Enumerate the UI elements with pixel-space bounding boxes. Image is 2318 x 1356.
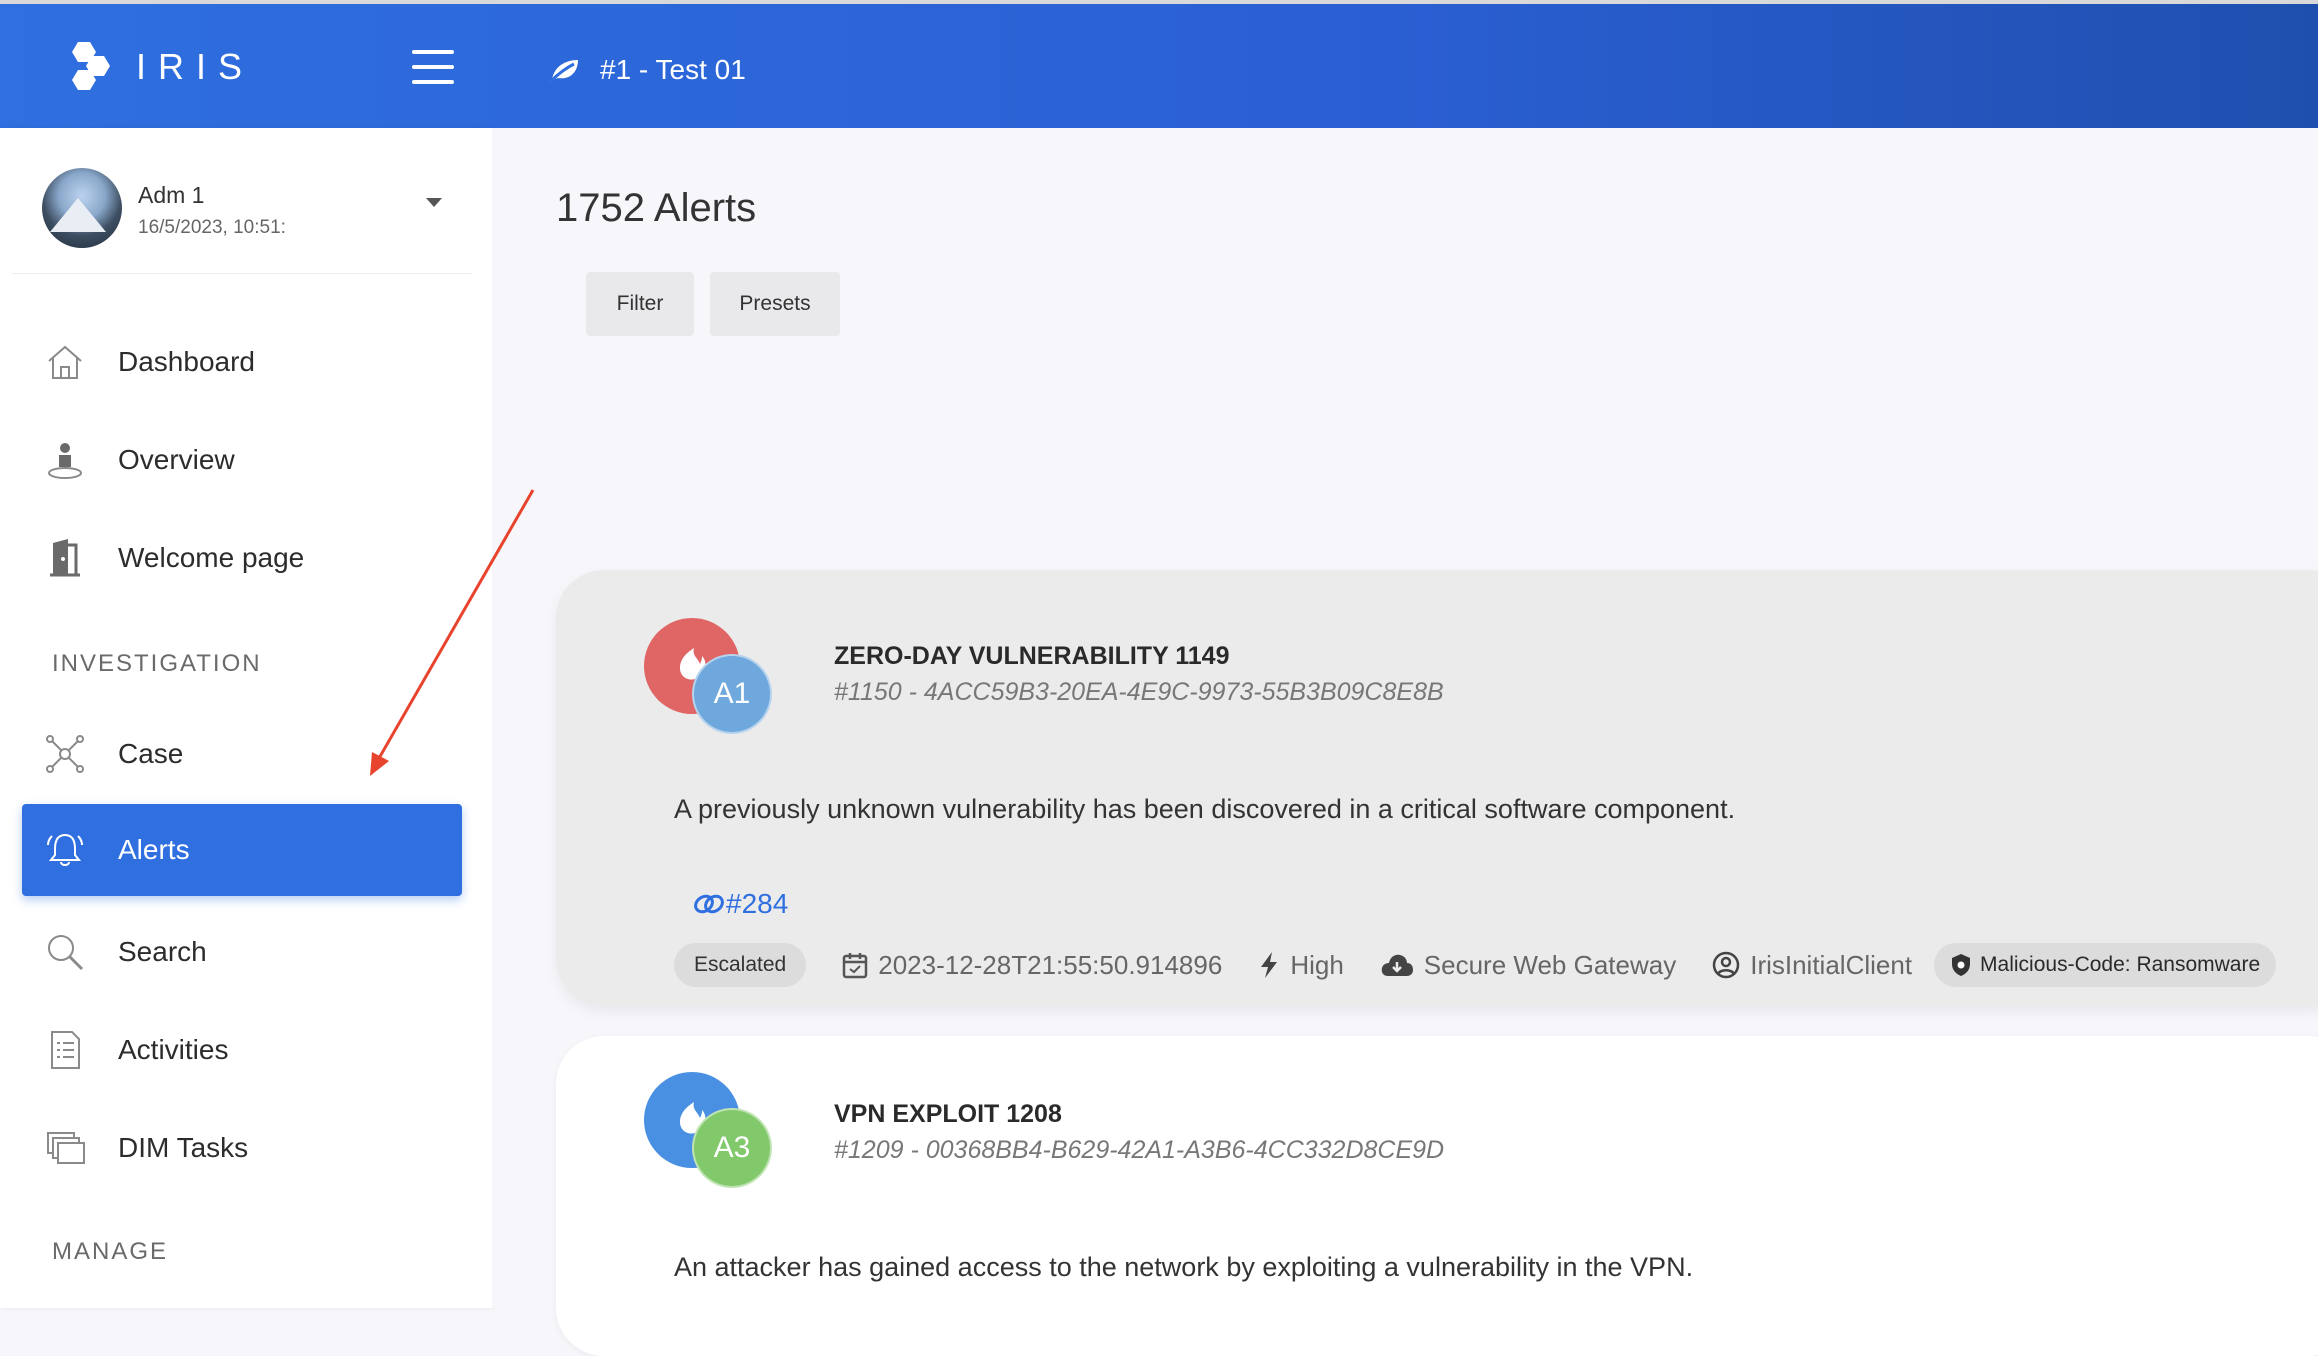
menu-bar-icon — [412, 65, 454, 69]
assignee-avatar[interactable]: A1 — [692, 654, 772, 734]
alert-client-value: IrisInitialClient — [1750, 949, 1913, 980]
sidebar-item-label: DIM Tasks — [118, 1132, 249, 1163]
search-icon — [48, 935, 84, 971]
alert-date: 2023-12-28T21:55:50.914896 — [842, 950, 1222, 981]
sidebar: Adm 1 16/5/2023, 10:51: Dashboard Overvi… — [0, 128, 492, 1308]
alert-client: IrisInitialClient — [1712, 950, 1912, 981]
sidebar-item-label: Dashboard — [118, 346, 255, 377]
user-login-time: 16/5/2023, 10:51: — [138, 217, 286, 238]
app-name: IRIS — [136, 46, 255, 87]
shield-virus-icon — [1952, 954, 1971, 976]
classification-value: Malicious-Code: Ransomware — [1980, 953, 2261, 976]
sidebar-item-dim-tasks[interactable]: DIM Tasks — [22, 1102, 462, 1194]
door-icon — [50, 539, 80, 577]
avatar[interactable] — [42, 168, 122, 248]
classification-tag: Malicious-Code: Ransomware — [1934, 943, 2277, 987]
leaf-icon — [548, 60, 578, 84]
cloud-download-icon — [1381, 954, 1413, 976]
menu-bar-icon — [412, 50, 454, 54]
calendar-icon — [842, 953, 868, 979]
alert-meta-row: Escalated 2023-12-28T21:55:50.914896 Hig… — [674, 942, 2277, 988]
status-badge: Escalated — [674, 943, 807, 987]
alert-source: Secure Web Gateway — [1380, 950, 1676, 981]
assignee-avatar[interactable]: A3 — [692, 1108, 772, 1188]
sidebar-item-dashboard[interactable]: Dashboard — [22, 316, 462, 408]
sidebar-item-label: Activities — [118, 1034, 229, 1065]
alert-title[interactable]: ZERO-DAY VULNERABILITY 1149 — [834, 642, 1229, 671]
sidebar-item-label: Alerts — [118, 834, 190, 865]
network-icon — [46, 735, 84, 773]
iris-logo-icon — [72, 42, 110, 90]
user-name: Adm 1 — [138, 182, 205, 208]
linked-case-link[interactable]: #284 — [692, 888, 788, 920]
alert-description: An attacker has gained access to the net… — [674, 1252, 1694, 1282]
bell-icon — [47, 833, 83, 866]
filter-button[interactable]: Filter — [586, 272, 694, 336]
alert-id: #1150 - 4ACC59B3-20EA-4E9C-9973-55B3B09C… — [834, 678, 1444, 706]
user-circle-icon — [1712, 951, 1740, 979]
alert-source-value: Secure Web Gateway — [1423, 949, 1677, 980]
sidebar-item-label: Search — [118, 936, 207, 967]
alert-date-value: 2023-12-28T21:55:50.914896 — [878, 949, 1223, 980]
sidebar-item-alerts[interactable]: Alerts — [22, 804, 462, 896]
sidebar-item-case[interactable]: Case — [22, 708, 462, 800]
presets-button[interactable]: Presets — [710, 272, 840, 336]
alert-card[interactable]: A1 ZERO-DAY VULNERABILITY 1149 #1150 - 4… — [556, 570, 2318, 1006]
main-content: 1752 Alerts Filter Presets A1 ZERO-DAY V… — [492, 128, 2318, 1356]
user-panel: Adm 1 16/5/2023, 10:51: — [12, 128, 472, 274]
caret-down-icon[interactable] — [426, 198, 442, 207]
menu-toggle-button[interactable] — [412, 50, 454, 84]
top-navbar: IRIS #1 - Test 01 — [0, 0, 2318, 128]
sidebar-item-welcome-page[interactable]: Welcome page — [22, 512, 462, 604]
bolt-icon — [1261, 952, 1278, 978]
home-icon — [48, 345, 82, 379]
case-title[interactable]: #1 - Test 01 — [600, 54, 746, 86]
sidebar-item-activities[interactable]: Activities — [22, 1004, 462, 1096]
sidebar-item-overview[interactable]: Overview — [22, 414, 462, 506]
section-label-manage: MANAGE — [52, 1238, 169, 1265]
menu-bar-icon — [412, 80, 454, 84]
page-title: 1752 Alerts — [556, 186, 757, 230]
alert-description: A previously unknown vulnerability has b… — [674, 794, 1736, 824]
stack-icon — [47, 1132, 85, 1164]
document-icon — [51, 1031, 80, 1069]
link-icon — [694, 894, 724, 914]
linked-case-label: #284 — [726, 888, 789, 919]
alert-severity-value: High — [1290, 949, 1344, 980]
sidebar-item-label: Welcome page — [118, 542, 305, 573]
person-pin-icon — [48, 443, 82, 479]
sidebar-item-search[interactable]: Search — [22, 906, 462, 998]
sidebar-item-label: Overview — [118, 444, 235, 475]
section-label-investigation: INVESTIGATION — [52, 650, 262, 677]
sidebar-item-label: Case — [118, 738, 184, 769]
alert-id: #1209 - 00368BB4-B629-42A1-A3B6-4CC332D8… — [834, 1136, 1445, 1164]
alert-title[interactable]: VPN EXPLOIT 1208 — [834, 1100, 1062, 1129]
alert-card[interactable]: A3 VPN EXPLOIT 1208 #1209 - 00368BB4-B62… — [556, 1036, 2318, 1356]
alert-severity: High — [1258, 949, 1344, 981]
